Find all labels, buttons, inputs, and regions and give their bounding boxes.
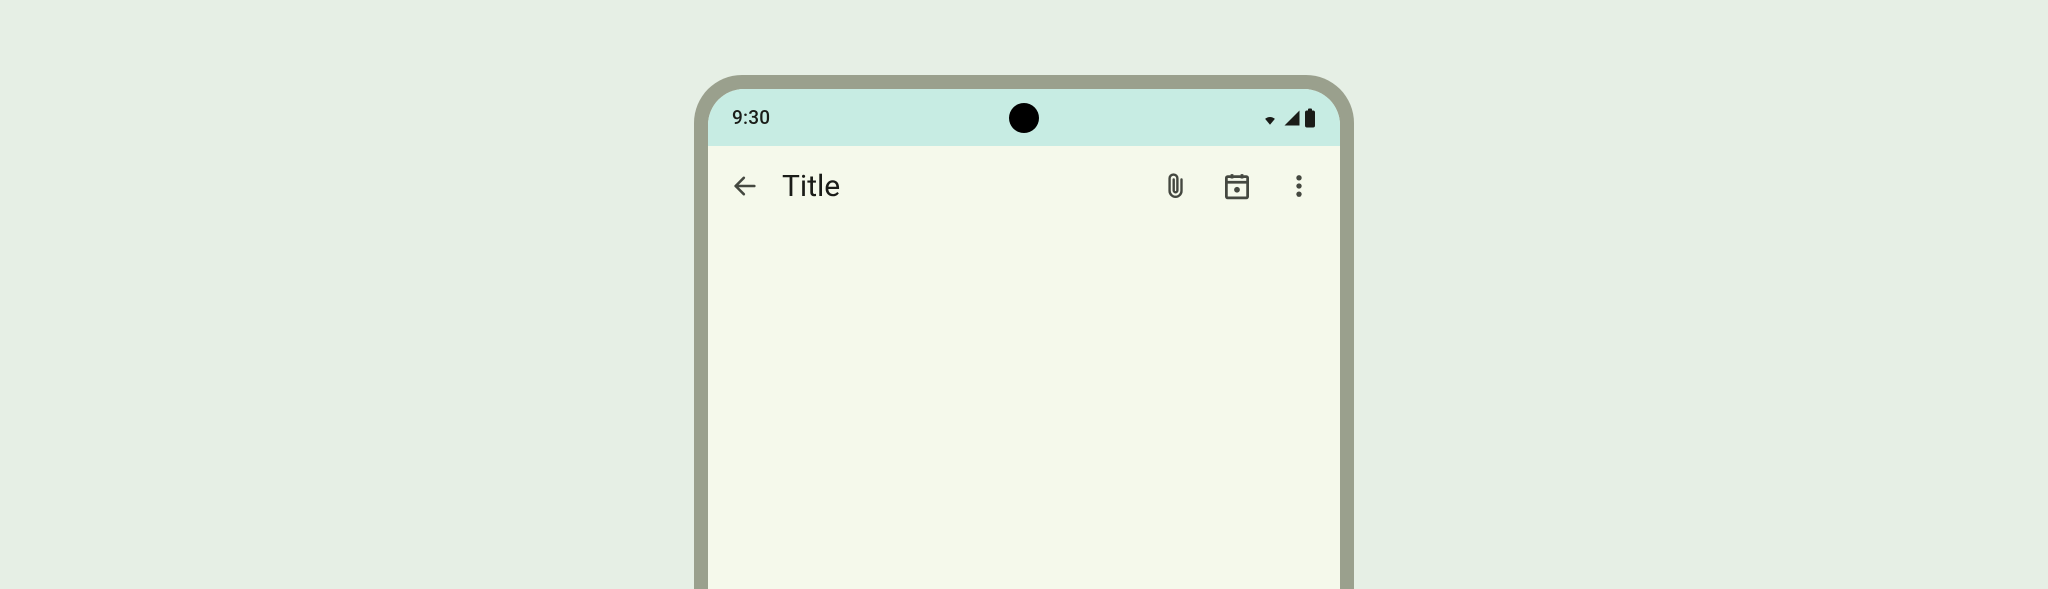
calendar-button[interactable]: [1206, 159, 1268, 213]
camera-cutout: [1009, 103, 1039, 133]
status-bar: 9:30: [708, 89, 1340, 146]
attachment-icon: [1162, 171, 1188, 201]
app-bar: Title: [708, 146, 1340, 226]
wifi-icon: [1260, 109, 1280, 127]
calendar-event-icon: [1222, 171, 1252, 201]
cellular-signal-icon: [1282, 109, 1302, 127]
status-icons: [1260, 108, 1316, 128]
more-button[interactable]: [1268, 159, 1330, 213]
page-title: Title: [782, 169, 1144, 204]
back-button[interactable]: [718, 159, 772, 213]
action-buttons: [1144, 159, 1330, 213]
phone-frame: 9:30: [694, 75, 1354, 589]
attach-button[interactable]: [1144, 159, 1206, 213]
battery-icon: [1304, 108, 1316, 128]
phone-screen: 9:30: [708, 89, 1340, 589]
arrow-back-icon: [731, 172, 759, 200]
status-time: 9:30: [732, 106, 770, 129]
more-vert-icon: [1285, 172, 1313, 200]
